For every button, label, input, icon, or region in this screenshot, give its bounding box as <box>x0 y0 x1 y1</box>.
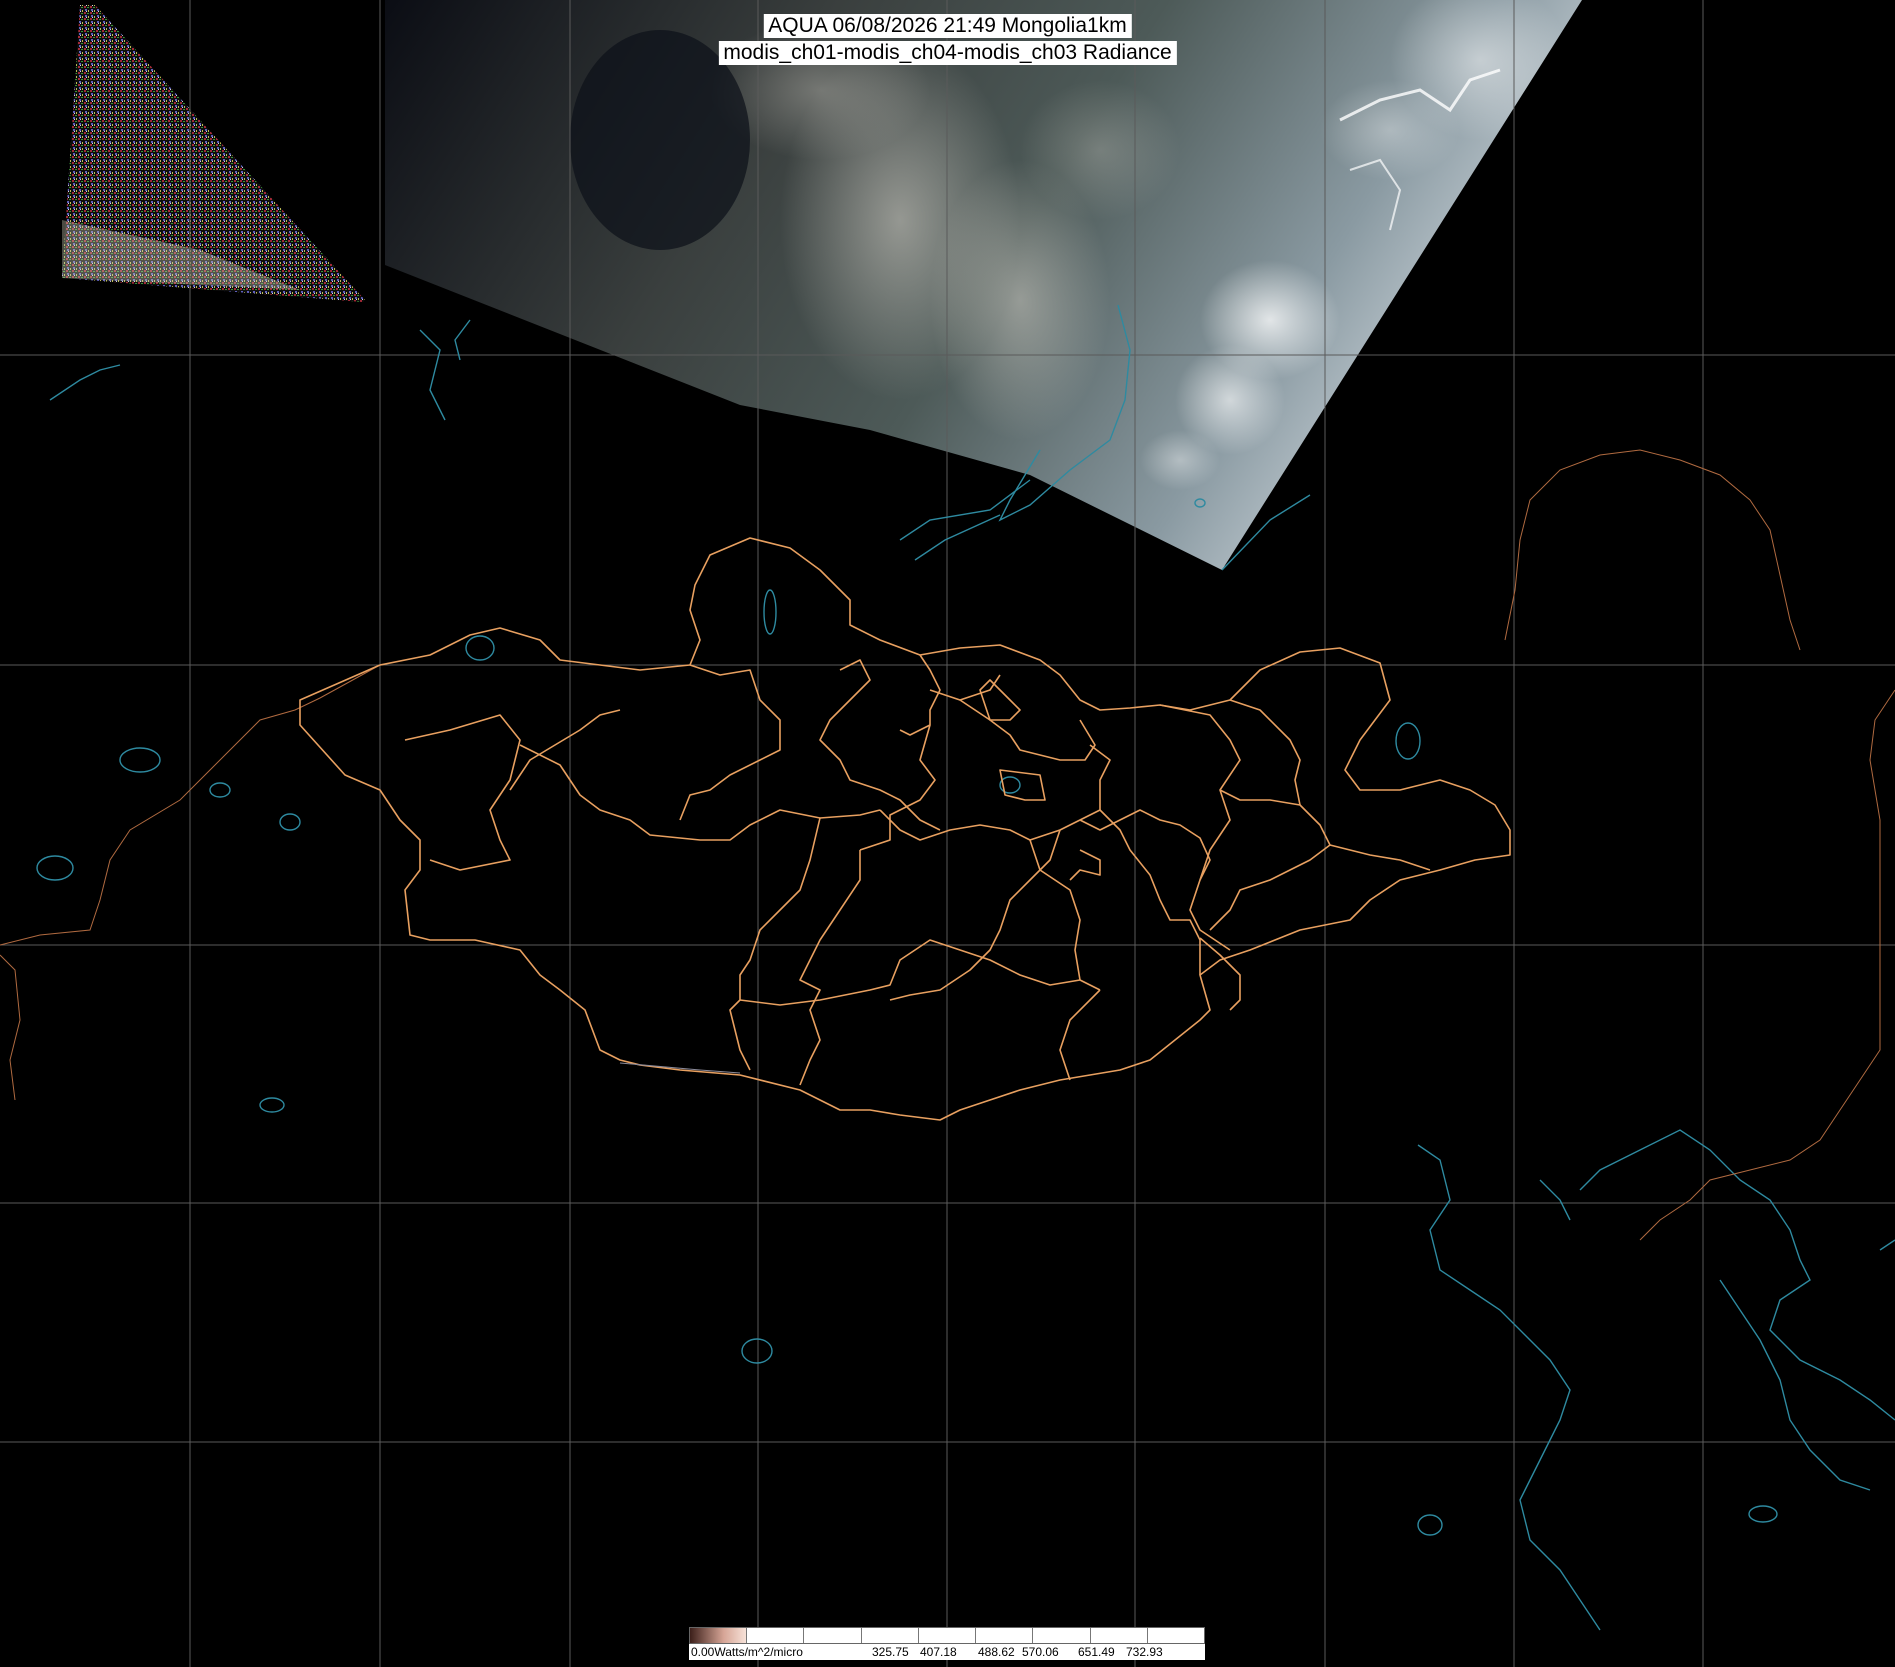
map-subtitle: modis_ch01-modis_ch04-modis_ch03 Radianc… <box>718 41 1177 65</box>
legend-segment <box>1033 1628 1091 1643</box>
legend-tick: 488.62 <box>978 1645 1015 1659</box>
legend-segment <box>862 1628 919 1643</box>
legend-labels: 0.00Watts/m^2/micro 325.75 407.18 488.62… <box>689 1644 1205 1660</box>
legend-tick: 407.18 <box>920 1645 957 1659</box>
legend-segment <box>804 1628 862 1643</box>
legend-tick: 732.93 <box>1126 1645 1163 1659</box>
legend-segment <box>919 1628 977 1643</box>
map-title: AQUA 06/08/2026 21:49 Mongolia1km <box>763 14 1132 38</box>
legend-tick: 651.49 <box>1078 1645 1115 1659</box>
legend-segment <box>976 1628 1034 1643</box>
legend-unit-label: 0.00Watts/m^2/micro <box>691 1645 803 1659</box>
satellite-map <box>0 0 1895 1667</box>
legend-segment <box>1091 1628 1148 1643</box>
legend-tick: 325.75 <box>872 1645 909 1659</box>
legend-segment <box>1148 1628 1204 1643</box>
legend-segment <box>747 1628 805 1643</box>
color-legend: 0.00Watts/m^2/micro 325.75 407.18 488.62… <box>689 1627 1205 1661</box>
legend-color-bar <box>689 1627 1205 1644</box>
legend-segment <box>690 1628 748 1643</box>
legend-tick: 570.06 <box>1022 1645 1059 1659</box>
